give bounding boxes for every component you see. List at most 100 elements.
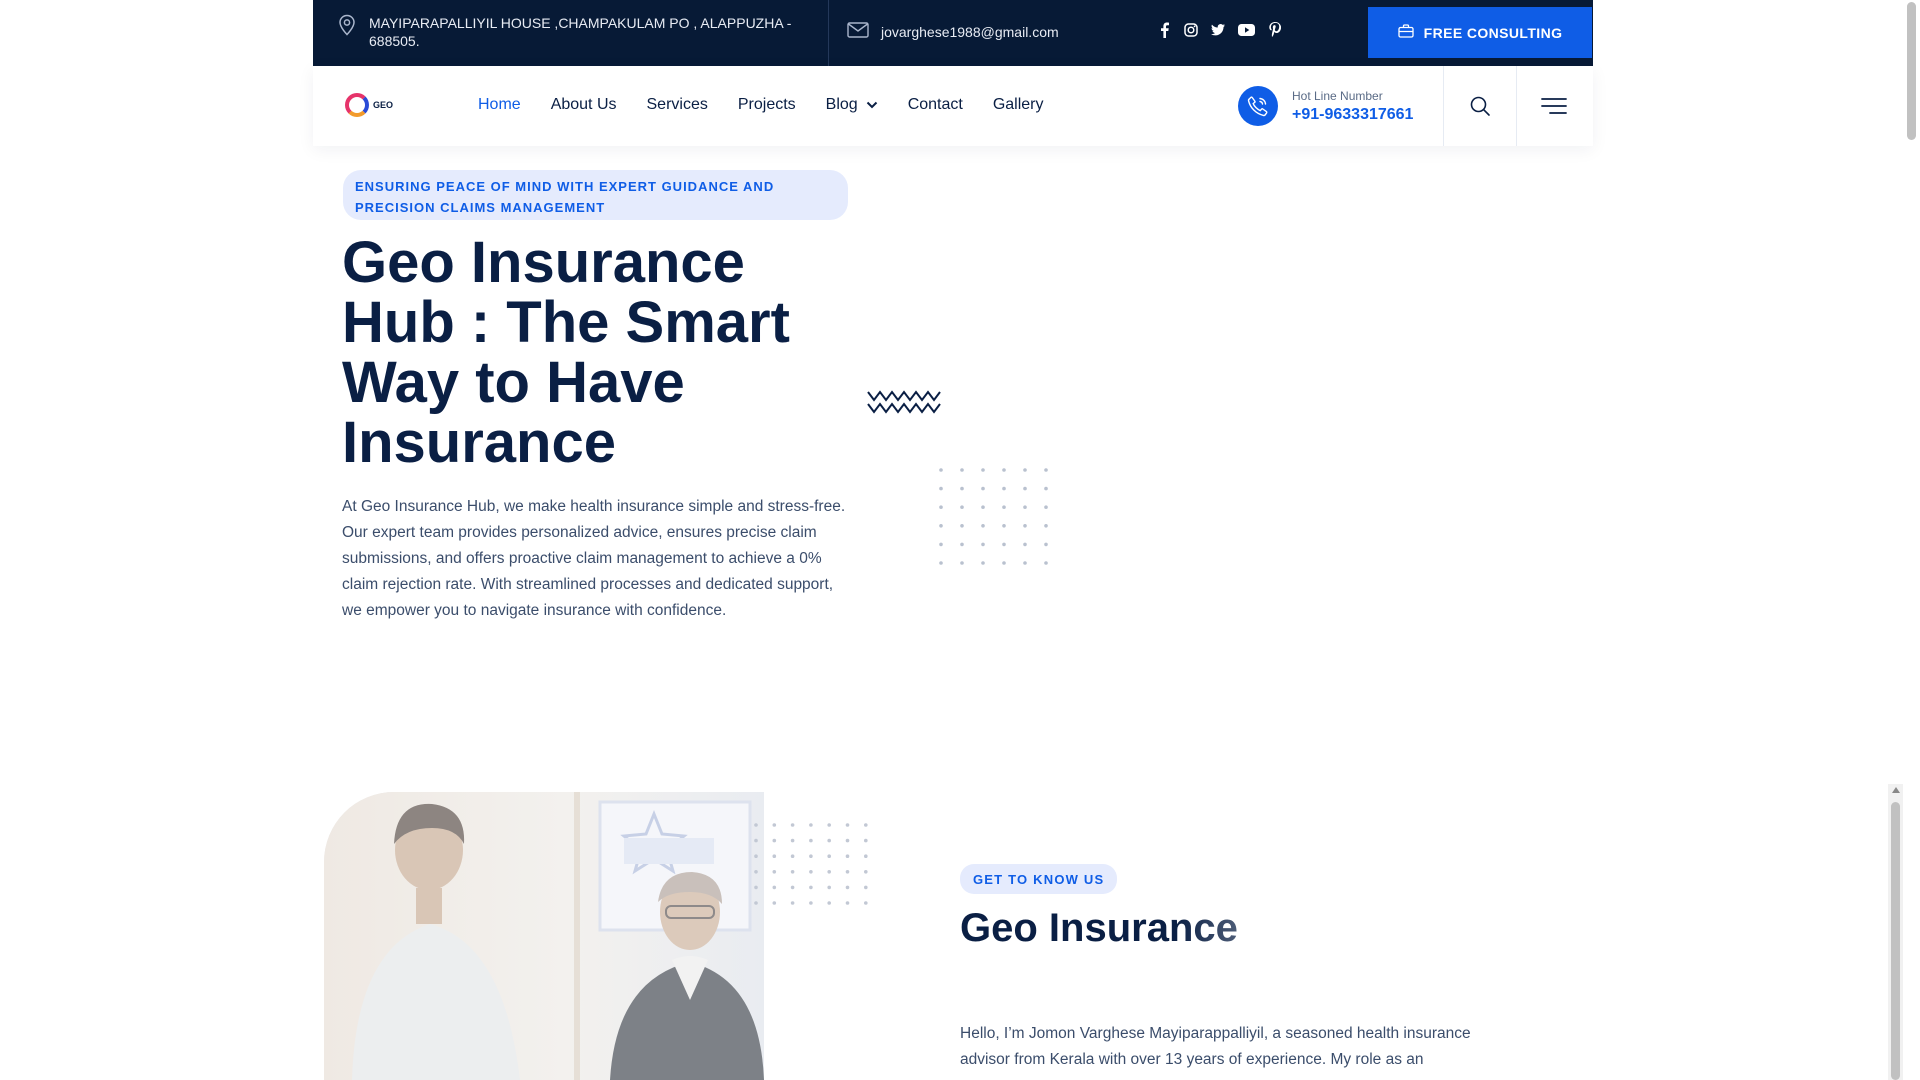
- decor-dot: [864, 823, 868, 827]
- decor-dot: [1002, 486, 1006, 491]
- decor-dot: [790, 901, 795, 905]
- location-pin-icon: [337, 14, 357, 41]
- inner-scrollbar[interactable]: [1888, 784, 1903, 1080]
- decor-dot: [790, 838, 795, 843]
- search-icon[interactable]: [1468, 94, 1492, 118]
- email-link[interactable]: jovarghese1988@gmail.com: [881, 24, 1059, 40]
- nav-item-gallery[interactable]: Gallery: [993, 96, 1044, 114]
- decor-dot: [864, 885, 868, 890]
- facebook-icon[interactable]: [1157, 22, 1171, 38]
- about-title: Geo Insurance: [960, 906, 1238, 950]
- page-scrollbar[interactable]: [1903, 0, 1920, 1080]
- nav-item-services[interactable]: Services: [647, 96, 708, 114]
- nav-item-projects[interactable]: Projects: [738, 96, 796, 114]
- decor-dot: [1002, 468, 1006, 472]
- nav-item-about-us[interactable]: About Us: [551, 96, 617, 114]
- decor-dot: [960, 505, 964, 509]
- youtube-icon[interactable]: [1238, 22, 1255, 38]
- decor-dot: [1023, 561, 1027, 565]
- nav-label: Blog: [825, 96, 858, 113]
- decor-dot: [772, 854, 777, 858]
- instagram-icon[interactable]: [1184, 22, 1198, 38]
- decor-dot: [1023, 542, 1027, 547]
- decor-dot: [754, 901, 758, 905]
- decor-dot: [1044, 468, 1048, 472]
- envelope-icon: [847, 22, 869, 41]
- decor-dot: [960, 542, 964, 547]
- decor-dot: [772, 838, 777, 843]
- page-scrollbar-thumb[interactable]: [1907, 2, 1916, 140]
- decor-dot: [845, 838, 850, 843]
- decor-dot: [845, 870, 850, 874]
- nav-label: Projects: [737, 96, 796, 113]
- address-text: MAYIPARAPALLIYIL HOUSE ,CHAMPAKULAM PO ,…: [369, 15, 792, 49]
- decor-dot: [1002, 542, 1006, 547]
- decor-dot: [754, 885, 758, 890]
- site-logo[interactable]: GEO: [345, 93, 393, 117]
- decor-dot: [754, 854, 758, 858]
- decor-dot: [845, 823, 850, 827]
- social-links: [1157, 22, 1282, 38]
- decor-dot: [960, 524, 964, 528]
- free-consulting-button[interactable]: FREE CONSULTING: [1368, 7, 1592, 58]
- nav-label: Contact: [907, 96, 963, 113]
- decor-dot: [981, 468, 985, 472]
- decor-dot: [1044, 561, 1048, 565]
- hamburger-menu-icon[interactable]: [1540, 96, 1568, 116]
- decor-dot: [1002, 524, 1006, 528]
- twitter-icon[interactable]: [1211, 22, 1225, 38]
- decor-dot: [845, 854, 850, 858]
- hero-tagline-badge: ENSURING PEACE OF MIND WITH EXPERT GUIDA…: [343, 170, 848, 220]
- hotline-number[interactable]: +91-9633317661: [1292, 106, 1413, 124]
- decor-dot: [981, 542, 985, 547]
- decor-dot: [960, 486, 964, 491]
- decor-dot: [981, 486, 985, 491]
- nav-label: Home: [478, 96, 521, 113]
- decor-dot: [864, 838, 868, 843]
- decor-dot: [1002, 561, 1006, 565]
- divider: [1516, 66, 1517, 146]
- decor-dot: [939, 561, 943, 565]
- decor-dot: [827, 854, 831, 858]
- decor-dot: [864, 870, 868, 874]
- nav-label: Gallery: [992, 96, 1044, 113]
- hotline-label: Hot Line Number: [1292, 88, 1383, 103]
- decor-dot: [845, 885, 850, 890]
- decor-dot: [939, 524, 943, 528]
- pinterest-icon[interactable]: [1268, 22, 1282, 38]
- logo-wordmark: GEO: [373, 100, 393, 110]
- top-info-bar: MAYIPARAPALLIYIL HOUSE ,CHAMPAKULAM PO ,…: [313, 0, 1593, 66]
- decor-dot: [754, 870, 758, 874]
- scroll-up-arrow-icon[interactable]: [1892, 787, 1900, 793]
- decor-dot: [827, 838, 831, 843]
- decor-dot: [864, 901, 868, 905]
- decor-dot: [790, 870, 795, 874]
- decor-dot: [809, 854, 813, 858]
- hero-title: Geo Insurance Hub : The Smart Way to Hav…: [342, 230, 790, 475]
- hotline-block[interactable]: Hot Line Number +91-9633317661: [1238, 86, 1413, 126]
- main-navigation: Home About Us Services Projects Blog Con…: [478, 96, 1074, 114]
- hotline-text: Hot Line Number +91-9633317661: [1292, 89, 1413, 124]
- decor-dot: [790, 885, 795, 890]
- decor-dot: [772, 901, 777, 905]
- decor-dot: [939, 486, 943, 491]
- nav-item-blog[interactable]: Blog: [826, 96, 878, 114]
- chevron-down-icon: [866, 96, 878, 114]
- decor-dot: [939, 505, 943, 509]
- decor-dot: [809, 885, 813, 890]
- decor-dot: [790, 854, 795, 858]
- inner-scrollbar-thumb[interactable]: [1891, 802, 1900, 1080]
- decor-dot: [772, 870, 777, 874]
- nav-item-contact[interactable]: Contact: [908, 96, 963, 114]
- decor-dot: [809, 870, 813, 874]
- nav-item-home[interactable]: Home: [478, 96, 521, 114]
- decor-dot: [827, 901, 831, 905]
- decor-dot: [772, 885, 777, 890]
- decor-dot: [960, 468, 964, 472]
- decor-dot: [1044, 486, 1048, 491]
- hero-description: At Geo Insurance Hub, we make health ins…: [342, 498, 846, 619]
- address-block: MAYIPARAPALLIYIL HOUSE ,CHAMPAKULAM PO ,…: [337, 14, 807, 50]
- email-block[interactable]: jovarghese1988@gmail.com: [847, 22, 1059, 41]
- about-tag-badge: GET TO KNOW US: [960, 864, 1118, 894]
- decor-dot: [772, 823, 777, 827]
